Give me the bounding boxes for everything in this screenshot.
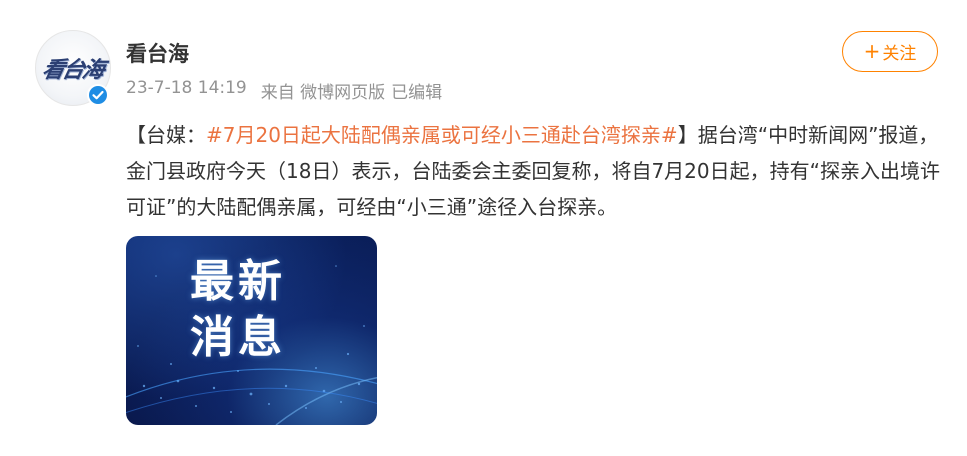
verified-badge-icon (87, 84, 109, 106)
post-content: 【台媒：#7月20日起大陆配偶亲属或可经小三通赴台湾探亲#】据台湾“中时新闻网”… (126, 117, 941, 225)
post-time[interactable]: 23-7-18 14:19 (126, 78, 247, 103)
avatar[interactable]: 看台海 (35, 30, 111, 106)
post-meta: 23-7-18 14:19 来自 微博网页版 已编辑 (126, 78, 442, 103)
post-image[interactable]: 最新 消息 (126, 236, 377, 425)
topic-link[interactable]: #7月20日起大陆配偶亲属或可经小三通赴台湾探亲# (206, 123, 678, 147)
plus-icon: + (863, 38, 881, 63)
image-headline: 最新 消息 (190, 254, 286, 366)
follow-button[interactable]: + 关注 (842, 31, 938, 72)
avatar-logo: 看台海 (39, 57, 106, 83)
follow-label: 关注 (882, 44, 917, 64)
author-name[interactable]: 看台海 (126, 38, 189, 68)
edited-label[interactable]: 已编辑 (391, 78, 442, 103)
image-line-1: 最新 (190, 256, 286, 307)
weibo-post-card: 看台海 看台海 23-7-18 14:19 来自 微博网页版 已编辑 + 关注 … (0, 0, 967, 456)
post-source: 来自 微博网页版 (260, 83, 386, 103)
post-prefix: 【台媒： (126, 123, 206, 147)
image-line-2: 消息 (190, 312, 286, 363)
